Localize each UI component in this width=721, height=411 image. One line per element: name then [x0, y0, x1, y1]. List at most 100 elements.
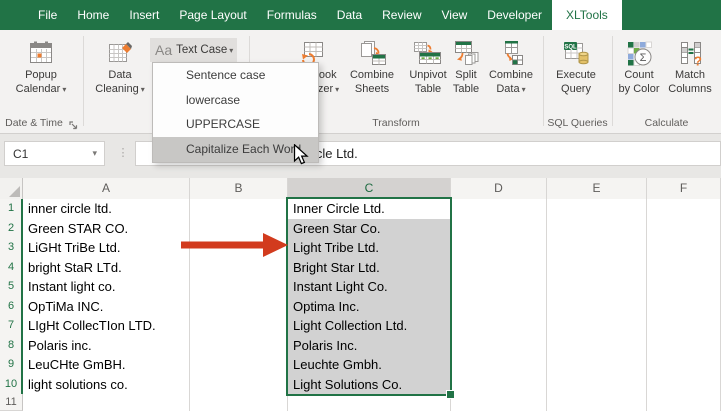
cell-F3[interactable] — [647, 238, 721, 259]
cell-F8[interactable] — [647, 335, 721, 356]
tab-view[interactable]: View — [432, 0, 478, 30]
cell-D2[interactable] — [451, 218, 547, 239]
cell-B3[interactable] — [190, 238, 288, 259]
menu-item-lowercase[interactable]: lowercase — [153, 88, 318, 113]
unpivot-table-button[interactable]: Unpivot Table — [404, 35, 452, 125]
chevron-down-icon[interactable]: ▾ — [92, 148, 104, 159]
combine-data-button[interactable]: Combine Data ▾ — [484, 35, 538, 125]
count-by-color-button[interactable]: Σ Count by Color — [616, 35, 662, 125]
column-header-f[interactable]: F — [647, 178, 721, 200]
cell-C7[interactable]: Light Collection Ltd. — [288, 316, 451, 337]
column-header-c[interactable]: C — [288, 178, 451, 200]
row-header-1[interactable]: 1 — [0, 199, 23, 220]
cell-E11[interactable] — [547, 394, 647, 411]
cell-C10[interactable]: Light Solutions Co. — [288, 374, 451, 395]
execute-query-button[interactable]: SQL Execute Query — [549, 35, 603, 125]
cell-D4[interactable] — [451, 257, 547, 278]
cell-D10[interactable] — [451, 374, 547, 395]
cell-D11[interactable] — [451, 394, 547, 411]
cell-E3[interactable] — [547, 238, 647, 259]
cell-A8[interactable]: Polaris inc. — [23, 335, 190, 356]
cell-B2[interactable] — [190, 218, 288, 239]
formula-bar-splitter[interactable]: ⋮ — [116, 141, 130, 166]
cell-A6[interactable]: OpTiMa INC. — [23, 296, 190, 317]
cell-B4[interactable] — [190, 257, 288, 278]
cell-F1[interactable] — [647, 199, 721, 220]
cell-A1[interactable]: inner circle ltd. — [23, 199, 190, 220]
tab-formulas[interactable]: Formulas — [257, 0, 327, 30]
popup-calendar-button[interactable]: Popup Calendar ▾ — [6, 35, 76, 125]
text-case-button[interactable]: Aa Text Case ▾ — [150, 38, 237, 62]
cell-F2[interactable] — [647, 218, 721, 239]
combine-sheets-button[interactable]: Combine Sheets — [340, 35, 404, 125]
cell-F9[interactable] — [647, 355, 721, 376]
cell-E7[interactable] — [547, 316, 647, 337]
cell-E4[interactable] — [547, 257, 647, 278]
cell-E9[interactable] — [547, 355, 647, 376]
cell-B5[interactable] — [190, 277, 288, 298]
cell-C3[interactable]: Light Tribe Ltd. — [288, 238, 451, 259]
cell-A5[interactable]: Instant light co. — [23, 277, 190, 298]
tab-review[interactable]: Review — [372, 0, 431, 30]
cell-A4[interactable]: bright StaR LTd. — [23, 257, 190, 278]
tab-page-layout[interactable]: Page Layout — [169, 0, 256, 30]
cell-C4[interactable]: Bright Star Ltd. — [288, 257, 451, 278]
split-table-button[interactable]: Split Table — [446, 35, 486, 125]
data-cleaning-button[interactable]: Data Cleaning ▾ — [88, 35, 152, 125]
cell-B8[interactable] — [190, 335, 288, 356]
cell-B9[interactable] — [190, 355, 288, 376]
row-header-7[interactable]: 7 — [0, 316, 23, 337]
cell-E1[interactable] — [547, 199, 647, 220]
cell-E8[interactable] — [547, 335, 647, 356]
cell-B11[interactable] — [190, 394, 288, 411]
cell-C2[interactable]: Green Star Co. — [288, 218, 451, 239]
row-header-11[interactable]: 11 — [0, 394, 23, 411]
row-header-2[interactable]: 2 — [0, 218, 23, 239]
tab-data[interactable]: Data — [327, 0, 372, 30]
cell-A11[interactable] — [23, 394, 190, 411]
row-header-6[interactable]: 6 — [0, 296, 23, 317]
tab-insert[interactable]: Insert — [119, 0, 169, 30]
column-header-b[interactable]: B — [190, 178, 288, 200]
cell-A9[interactable]: LeuCHte GmBH. — [23, 355, 190, 376]
tab-xltools[interactable]: XLTools — [552, 0, 622, 30]
cell-E6[interactable] — [547, 296, 647, 317]
menu-item-uppercase[interactable]: UPPERCASE — [153, 112, 318, 137]
row-header-10[interactable]: 10 — [0, 374, 23, 395]
cell-D8[interactable] — [451, 335, 547, 356]
cell-D5[interactable] — [451, 277, 547, 298]
cell-A7[interactable]: LIgHt CollecTIon LTD. — [23, 316, 190, 337]
cell-D3[interactable] — [451, 238, 547, 259]
row-header-5[interactable]: 5 — [0, 277, 23, 298]
cell-B10[interactable] — [190, 374, 288, 395]
cell-E2[interactable] — [547, 218, 647, 239]
row-header-4[interactable]: 4 — [0, 257, 23, 278]
cell-C5[interactable]: Instant Light Co. — [288, 277, 451, 298]
cell-F4[interactable] — [647, 257, 721, 278]
name-box[interactable]: C1 ▾ — [4, 141, 105, 166]
cell-D1[interactable] — [451, 199, 547, 220]
column-header-e[interactable]: E — [547, 178, 647, 200]
cell-C1[interactable]: Inner Circle Ltd. — [288, 199, 451, 220]
fill-handle[interactable] — [446, 390, 455, 399]
cell-A2[interactable]: Green STAR CO. — [23, 218, 190, 239]
cell-F5[interactable] — [647, 277, 721, 298]
row-header-3[interactable]: 3 — [0, 238, 23, 259]
select-all-corner[interactable] — [0, 178, 23, 200]
cell-C9[interactable]: Leuchte Gmbh. — [288, 355, 451, 376]
cell-C6[interactable]: Optima Inc. — [288, 296, 451, 317]
column-header-a[interactable]: A — [23, 178, 190, 200]
cell-C8[interactable]: Polaris Inc. — [288, 335, 451, 356]
tab-file[interactable]: File — [28, 0, 67, 30]
cell-C11[interactable] — [288, 394, 451, 411]
cell-D7[interactable] — [451, 316, 547, 337]
cell-A10[interactable]: light solutions co. — [23, 374, 190, 395]
cell-B7[interactable] — [190, 316, 288, 337]
cell-A3[interactable]: LiGHt TriBe Ltd. — [23, 238, 190, 259]
cell-B6[interactable] — [190, 296, 288, 317]
tab-developer[interactable]: Developer — [477, 0, 552, 30]
cell-F10[interactable] — [647, 374, 721, 395]
match-columns-button[interactable]: ? Match Columns — [663, 35, 717, 125]
cell-B1[interactable] — [190, 199, 288, 220]
cell-E5[interactable] — [547, 277, 647, 298]
